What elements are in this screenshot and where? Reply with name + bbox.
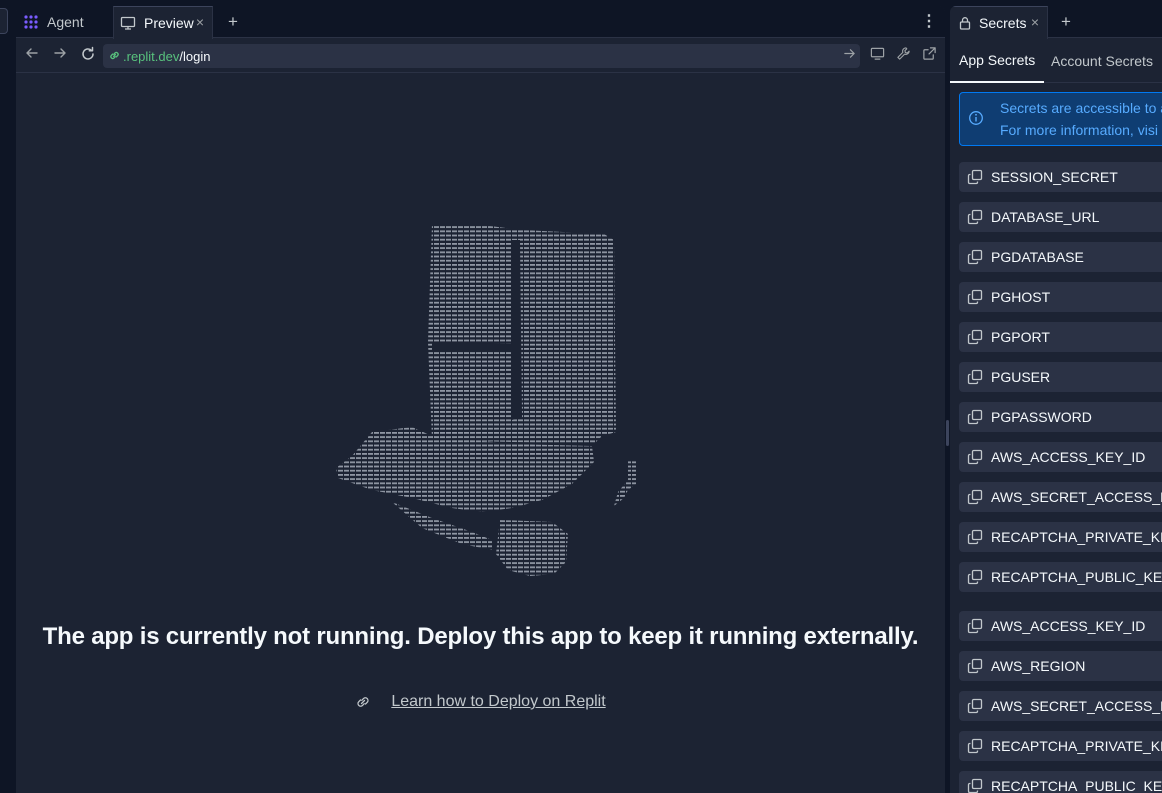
secret-row[interactable]: AWS_REGION bbox=[959, 651, 1162, 681]
secret-key-name: PGPORT bbox=[991, 329, 1050, 345]
preview-pane-tabbar: Agent Preview × + ⋮ bbox=[16, 6, 945, 39]
learn-deploy-link[interactable]: Learn how to Deploy on Replit bbox=[391, 693, 605, 711]
secret-row[interactable]: RECAPTCHA_PRIVATE_KEY bbox=[959, 731, 1162, 761]
secret-key-name: PGDATABASE bbox=[991, 249, 1084, 265]
agent-icon bbox=[24, 15, 38, 29]
secret-key-name: RECAPTCHA_PUBLIC_KEY bbox=[991, 778, 1162, 793]
copy-icon[interactable] bbox=[967, 618, 983, 634]
secrets-pane: Secrets × + App Secrets Account Secrets … bbox=[950, 6, 1162, 793]
secret-key-name: RECAPTCHA_PUBLIC_KEY bbox=[991, 569, 1162, 585]
link-icon bbox=[357, 697, 369, 707]
copy-icon[interactable] bbox=[967, 329, 983, 345]
secret-row[interactable]: PGUSER bbox=[959, 362, 1162, 392]
replit-workspace: Agent Preview × + ⋮ .replit.dev /login T… bbox=[0, 0, 1162, 793]
learn-deploy-row: Learn how to Deploy on Replit bbox=[16, 693, 945, 711]
copy-icon[interactable] bbox=[967, 489, 983, 505]
preview-content: The app is currently not running. Deploy… bbox=[16, 74, 945, 793]
left-edge-strip bbox=[0, 0, 15, 793]
secret-key-name: AWS_ACCESS_KEY_ID bbox=[991, 618, 1146, 634]
url-field[interactable]: .replit.dev /login bbox=[103, 44, 860, 68]
secret-key-name: SESSION_SECRET bbox=[991, 169, 1118, 185]
secret-row[interactable]: PGDATABASE bbox=[959, 242, 1162, 272]
secret-row[interactable]: RECAPTCHA_PUBLIC_KEY bbox=[959, 562, 1162, 592]
back-icon[interactable] bbox=[22, 46, 42, 66]
secret-key-name: AWS_SECRET_ACCESS_KEY bbox=[991, 698, 1162, 714]
tab-agent[interactable]: Agent bbox=[16, 6, 112, 38]
close-icon[interactable]: × bbox=[192, 14, 208, 30]
new-tab-button[interactable]: + bbox=[1056, 12, 1076, 32]
url-domain: .replit.dev bbox=[123, 48, 180, 64]
secret-key-name: RECAPTCHA_PRIVATE_KEY bbox=[991, 738, 1162, 754]
secret-key-name: AWS_REGION bbox=[991, 658, 1086, 674]
secret-row[interactable]: RECAPTCHA_PUBLIC_KEY bbox=[959, 771, 1162, 793]
copy-icon[interactable] bbox=[967, 778, 983, 793]
secret-row[interactable]: SESSION_SECRET bbox=[959, 162, 1162, 192]
tab-agent-label: Agent bbox=[47, 14, 84, 30]
reload-icon[interactable] bbox=[78, 46, 98, 66]
secret-row[interactable]: PGHOST bbox=[959, 282, 1162, 312]
ascii-art-illustration bbox=[336, 224, 636, 576]
copy-icon[interactable] bbox=[967, 249, 983, 265]
preview-pane: Agent Preview × + ⋮ .replit.dev /login T… bbox=[16, 6, 945, 793]
secrets-subtabs: App Secrets Account Secrets bbox=[950, 39, 1162, 83]
copy-icon[interactable] bbox=[967, 369, 983, 385]
collapsed-panel-handle[interactable] bbox=[0, 8, 8, 34]
tab-secrets-label: Secrets bbox=[979, 15, 1027, 31]
secrets-info-banner: Secrets are accessible to a For more inf… bbox=[959, 92, 1162, 146]
secret-row[interactable]: AWS_ACCESS_KEY_ID bbox=[959, 442, 1162, 472]
url-path: /login bbox=[179, 48, 211, 64]
copy-icon[interactable] bbox=[967, 698, 983, 714]
secret-key-name: PGPASSWORD bbox=[991, 409, 1092, 425]
pane-resize-handle[interactable] bbox=[946, 420, 949, 446]
tab-app-secrets[interactable]: App Secrets bbox=[950, 39, 1045, 83]
copy-icon[interactable] bbox=[967, 569, 983, 585]
new-tab-button[interactable]: + bbox=[223, 12, 243, 32]
open-external-icon[interactable] bbox=[919, 46, 939, 66]
secret-row[interactable]: AWS_SECRET_ACCESS_KEY bbox=[959, 691, 1162, 721]
address-bar: .replit.dev /login bbox=[16, 39, 945, 73]
copy-icon[interactable] bbox=[967, 738, 983, 754]
devtools-wrench-icon[interactable] bbox=[893, 46, 913, 66]
secret-key-name: RECAPTCHA_PRIVATE_KEY bbox=[991, 529, 1162, 545]
tab-preview[interactable]: Preview × bbox=[113, 6, 213, 39]
go-arrow-icon[interactable] bbox=[843, 47, 856, 63]
secret-row[interactable]: RECAPTCHA_PRIVATE_KEY bbox=[959, 522, 1162, 552]
secrets-pane-tabbar: Secrets × + bbox=[950, 6, 1162, 39]
device-view-icon[interactable] bbox=[867, 46, 887, 66]
not-running-message: The app is currently not running. Deploy… bbox=[42, 623, 919, 650]
copy-icon[interactable] bbox=[967, 449, 983, 465]
secret-key-name: AWS_SECRET_ACCESS_KEY bbox=[991, 489, 1162, 505]
secret-key-name: DATABASE_URL bbox=[991, 209, 1100, 225]
monitor-icon bbox=[120, 16, 136, 30]
lock-icon bbox=[959, 17, 971, 30]
close-icon[interactable]: × bbox=[1027, 14, 1043, 30]
copy-icon[interactable] bbox=[967, 658, 983, 674]
secret-row[interactable]: AWS_ACCESS_KEY_ID bbox=[959, 611, 1162, 641]
info-text-line1: Secrets are accessible to a bbox=[1000, 100, 1162, 116]
more-options-icon[interactable]: ⋮ bbox=[919, 12, 939, 32]
secret-key-name: AWS_ACCESS_KEY_ID bbox=[991, 449, 1146, 465]
secret-row[interactable]: AWS_SECRET_ACCESS_KEY bbox=[959, 482, 1162, 512]
link-icon bbox=[110, 51, 119, 60]
tab-secrets[interactable]: Secrets × bbox=[950, 6, 1048, 39]
copy-icon[interactable] bbox=[967, 409, 983, 425]
secret-key-name: PGHOST bbox=[991, 289, 1051, 305]
info-text-line2: For more information, visi bbox=[1000, 122, 1158, 138]
info-icon bbox=[969, 111, 983, 125]
copy-icon[interactable] bbox=[967, 289, 983, 305]
tab-preview-label: Preview bbox=[144, 15, 194, 31]
forward-icon[interactable] bbox=[50, 46, 70, 66]
tab-account-secrets[interactable]: Account Secrets bbox=[1051, 39, 1153, 83]
copy-icon[interactable] bbox=[967, 209, 983, 225]
secret-key-name: PGUSER bbox=[991, 369, 1051, 385]
secret-row[interactable]: DATABASE_URL bbox=[959, 202, 1162, 232]
secret-row[interactable]: PGPASSWORD bbox=[959, 402, 1162, 432]
secret-row[interactable]: PGPORT bbox=[959, 322, 1162, 352]
copy-icon[interactable] bbox=[967, 529, 983, 545]
copy-icon[interactable] bbox=[967, 169, 983, 185]
